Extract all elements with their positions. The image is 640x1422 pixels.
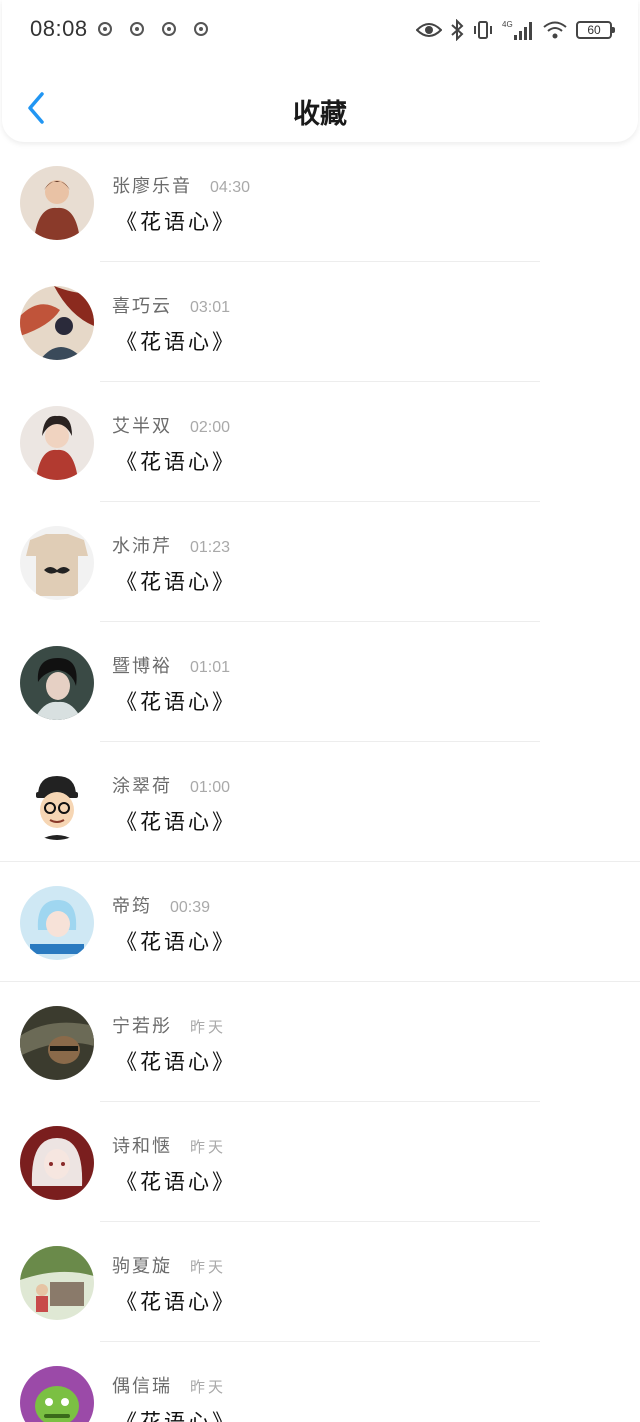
- avatar[interactable]: [20, 166, 94, 240]
- page-title: 收藏: [293, 99, 347, 130]
- item-time: 03:01: [190, 299, 231, 316]
- contact-name: 艾半双: [112, 416, 172, 437]
- avatar[interactable]: [20, 526, 94, 600]
- item-title: 《花语心》: [116, 690, 236, 714]
- name-row: 暨博裕 01:01: [112, 652, 230, 678]
- header: 08:08 4G 60 收藏: [2, 0, 638, 142]
- list-item[interactable]: 张廖乐音 04:30 《花语心》: [0, 142, 640, 262]
- name-row: 张廖乐音 04:30: [112, 172, 250, 198]
- name-row: 喜巧云 03:01: [112, 292, 230, 318]
- wifi-icon: [543, 21, 567, 39]
- item-time: 昨天: [190, 1378, 227, 1396]
- item-time: 04:30: [210, 179, 251, 196]
- eye-icon: [416, 23, 442, 37]
- battery-icon: 60: [576, 21, 615, 39]
- name-row: 宁若彤 昨天: [112, 1012, 226, 1038]
- notification-icons: [98, 22, 208, 38]
- avatar[interactable]: [20, 1366, 94, 1422]
- contact-name: 帝筠: [112, 896, 152, 917]
- status-bar: 08:08 4G 60: [2, 0, 638, 60]
- name-row: 偶信瑞 昨天: [112, 1372, 226, 1398]
- contact-name: 宁若彤: [112, 1016, 172, 1037]
- list-item[interactable]: 帝筠 00:39 《花语心》: [0, 862, 640, 982]
- network-type-label: 4G: [502, 20, 513, 29]
- list-item[interactable]: 涂翠荷 01:00 《花语心》: [0, 742, 640, 862]
- avatar[interactable]: [20, 1126, 94, 1200]
- item-title: 《花语心》: [116, 1410, 236, 1422]
- bluetooth-icon: [451, 19, 464, 41]
- notification-icon: [162, 22, 176, 36]
- list-item[interactable]: 宁若彤 昨天 《花语心》: [0, 982, 640, 1102]
- item-title: 《花语心》: [116, 1290, 236, 1314]
- list-item[interactable]: 驹夏旋 昨天 《花语心》: [0, 1222, 640, 1342]
- vibrate-icon: [474, 21, 492, 39]
- avatar[interactable]: [20, 1246, 94, 1320]
- contact-name: 水沛芹: [112, 536, 172, 557]
- nav-bar: 收藏: [2, 72, 638, 142]
- favorites-list: 张廖乐音 04:30 《花语心》 喜巧云 03:01 《花语心》 艾半双 02:…: [0, 142, 640, 1422]
- contact-name: 涂翠荷: [112, 776, 172, 797]
- name-row: 帝筠 00:39: [112, 892, 210, 918]
- item-title: 《花语心》: [116, 330, 236, 354]
- name-row: 涂翠荷 01:00: [112, 772, 230, 798]
- name-row: 驹夏旋 昨天: [112, 1252, 226, 1278]
- list-item[interactable]: 偶信瑞 昨天 《花语心》: [0, 1342, 640, 1422]
- list-item[interactable]: 喜巧云 03:01 《花语心》: [0, 262, 640, 382]
- item-title: 《花语心》: [116, 1050, 236, 1074]
- battery-level: 60: [587, 23, 601, 37]
- list-item[interactable]: 暨博裕 01:01 《花语心》: [0, 622, 640, 742]
- contact-name: 张廖乐音: [112, 176, 192, 197]
- notification-icon: [130, 22, 144, 36]
- avatar[interactable]: [20, 766, 94, 840]
- item-title: 《花语心》: [116, 210, 236, 234]
- item-title: 《花语心》: [116, 570, 236, 594]
- contact-name: 暨博裕: [112, 656, 172, 677]
- list-item[interactable]: 水沛芹 01:23 《花语心》: [0, 502, 640, 622]
- list-item[interactable]: 艾半双 02:00 《花语心》: [0, 382, 640, 502]
- notification-icon: [98, 22, 112, 36]
- contact-name: 驹夏旋: [112, 1256, 172, 1277]
- signal-icon: 4G: [502, 20, 532, 40]
- name-row: 艾半双 02:00: [112, 412, 230, 438]
- item-title: 《花语心》: [116, 450, 236, 474]
- item-time: 昨天: [190, 1258, 227, 1276]
- item-title: 《花语心》: [116, 930, 236, 954]
- avatar[interactable]: [20, 646, 94, 720]
- item-time: 01:01: [190, 659, 231, 676]
- contact-name: 偶信瑞: [112, 1376, 172, 1397]
- avatar[interactable]: [20, 286, 94, 360]
- item-time: 02:00: [190, 419, 231, 436]
- contact-name: 喜巧云: [112, 296, 172, 317]
- name-row: 诗和惬 昨天: [112, 1132, 226, 1158]
- item-time: 昨天: [190, 1138, 227, 1156]
- item-time: 01:00: [190, 779, 231, 796]
- avatar[interactable]: [20, 1006, 94, 1080]
- contact-name: 诗和惬: [112, 1136, 172, 1157]
- item-time: 昨天: [190, 1018, 227, 1036]
- item-title: 《花语心》: [116, 1170, 236, 1194]
- notification-icon: [194, 22, 208, 36]
- item-time: 01:23: [190, 539, 231, 556]
- system-icons: 4G 60: [416, 14, 615, 46]
- avatar[interactable]: [20, 406, 94, 480]
- list-item[interactable]: 诗和惬 昨天 《花语心》: [0, 1102, 640, 1222]
- status-time: 08:08: [30, 16, 88, 41]
- name-row: 水沛芹 01:23: [112, 532, 230, 558]
- item-title: 《花语心》: [116, 810, 236, 834]
- item-time: 00:39: [170, 899, 211, 916]
- avatar[interactable]: [20, 886, 94, 960]
